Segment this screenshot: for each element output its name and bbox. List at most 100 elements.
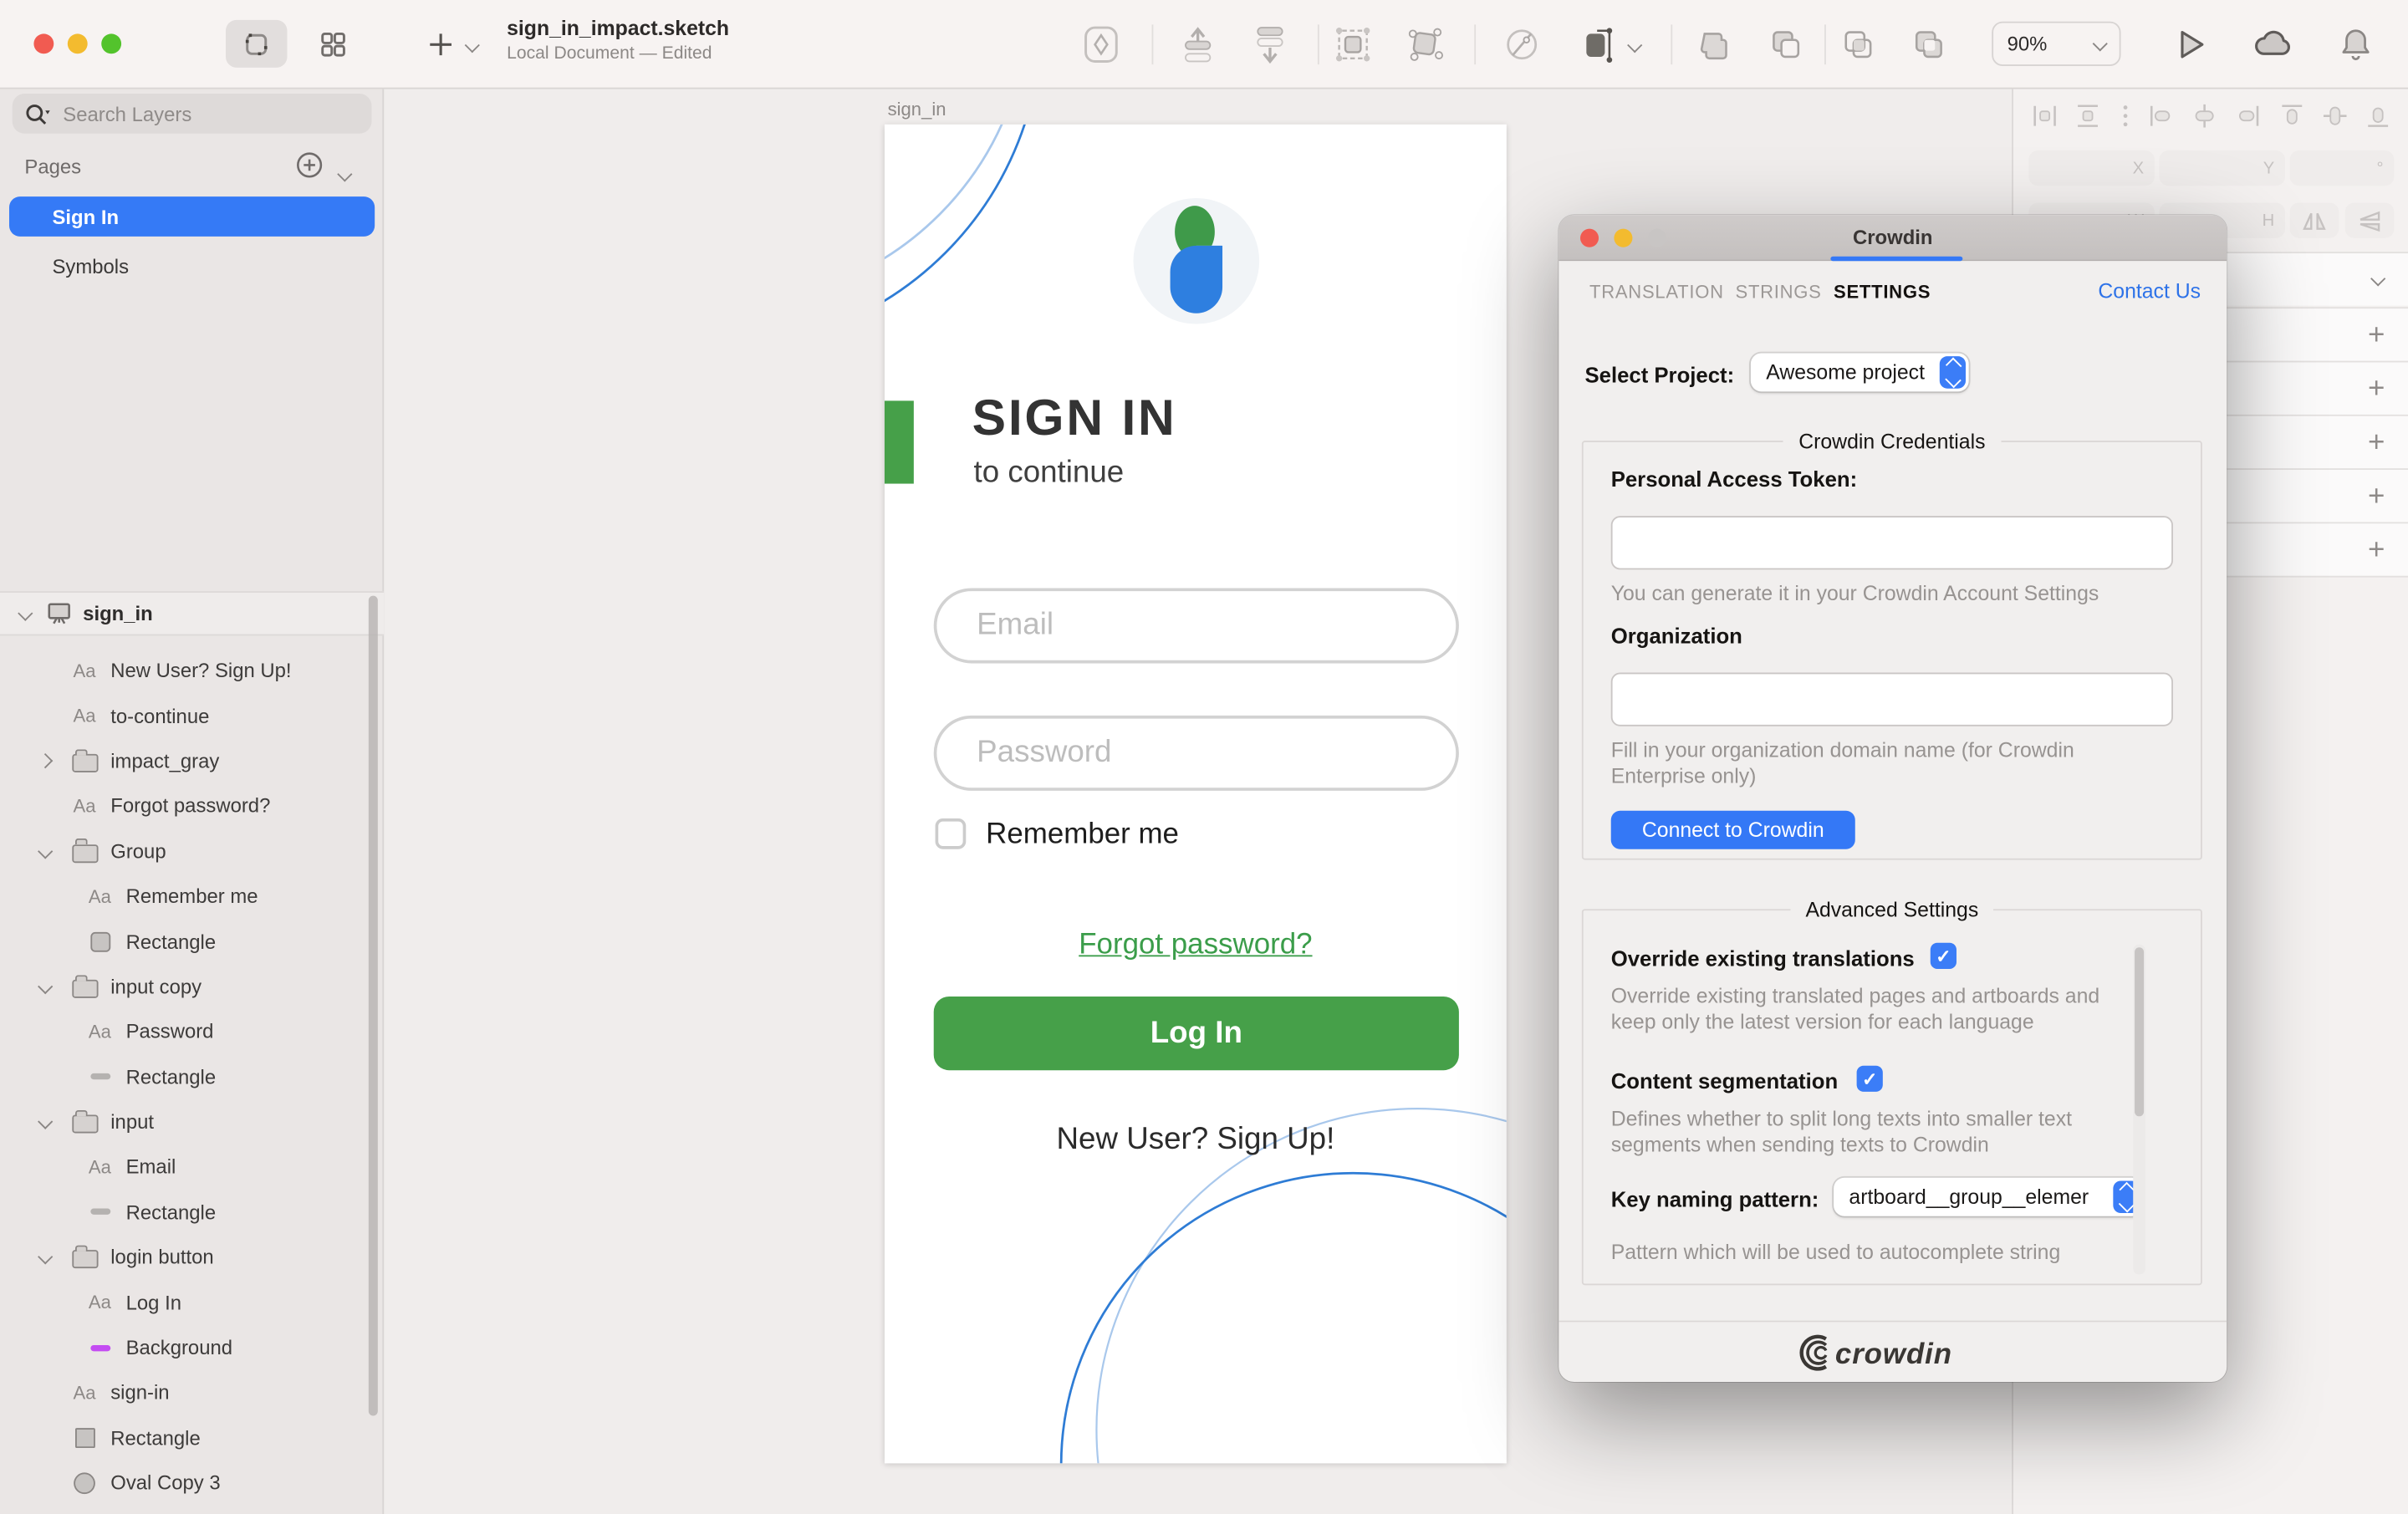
resize-button[interactable] [1574,22,1620,68]
layer-row[interactable]: Rectangle [0,1054,384,1099]
layer-row[interactable]: input copy [0,964,384,1009]
canvas-view-toggle[interactable] [226,20,287,68]
flip-horizontal-button[interactable] [2290,202,2339,237]
zoom-window-button[interactable] [101,33,121,54]
layer-row[interactable]: AaLog In [0,1280,384,1325]
layer-row[interactable]: Aasign-in [0,1370,384,1415]
layer-search-field[interactable] [13,94,372,134]
zoom-window-button[interactable] [1648,229,1666,247]
tab-strings[interactable]: STRINGS [1736,281,1822,303]
page-item-sign-in[interactable]: Sign In [9,196,375,237]
align-right-icon[interactable] [2235,103,2261,129]
align-middle-vertically-icon[interactable] [2322,103,2348,129]
artboard-sign-in[interactable]: SIGN IN to continue Email Password Remem… [885,125,1507,1464]
layer-row[interactable]: AaNew User? Sign Up! [0,648,384,693]
organization-input[interactable] [1611,672,2173,726]
layer-row[interactable]: Oval Copy 3 [0,1460,384,1506]
select-stepper-icon [1940,356,1966,389]
chevron-down-icon [2370,271,2385,286]
chevron-down-icon[interactable] [38,844,53,859]
project-select[interactable]: Awesome project [1751,353,1969,391]
sidebar-scrollbar[interactable] [369,596,378,1416]
advanced-scrollbar-thumb[interactable] [2135,947,2144,1116]
align-left-icon[interactable] [2148,103,2174,129]
cloud-share-button[interactable] [2250,22,2296,68]
content-segmentation-checkbox[interactable]: ✓ [1857,1066,1883,1092]
align-bottom-icon[interactable] [2365,103,2391,129]
text-layer-icon: Aa [89,1292,111,1313]
add-page-button[interactable] [295,150,324,187]
layer-row[interactable]: input [0,1099,384,1144]
layer-row[interactable]: Rectangle [0,919,384,964]
ungroup-button[interactable] [1402,22,1448,68]
boolean-difference-button[interactable] [1905,22,1951,68]
layer-row[interactable]: login button [0,1235,384,1280]
distribute-vertically-icon[interactable] [2075,103,2101,129]
contact-us-link[interactable]: Contact Us [2098,279,2201,303]
zoom-level-select[interactable]: 90% [1992,22,2120,66]
align-center-horizontally-icon[interactable] [2191,103,2217,129]
layer-row[interactable]: Rectangle [0,1415,384,1460]
rotation-field[interactable]: ° [2290,150,2395,186]
text-layer-icon: Aa [74,705,96,726]
tab-translation[interactable]: TRANSLATION [1589,281,1724,303]
layer-row[interactable]: AaPassword [0,1009,384,1054]
override-translations-label: Override existing translations [1611,946,1915,970]
override-translations-checkbox[interactable]: ✓ [1931,943,1956,969]
layer-row[interactable]: AaEmail [0,1144,384,1190]
notifications-button[interactable] [2333,22,2379,68]
y-position-field[interactable]: Y [2159,150,2285,186]
flip-vertical-button[interactable] [2345,202,2395,237]
layers-sidebar: Pages Sign In Symbols sign_in [0,88,384,1514]
layer-row[interactable]: Background [0,1325,384,1370]
connect-to-crowdin-button[interactable]: Connect to Crowdin [1611,811,1855,849]
crowdin-plugin-window: Crowdin TRANSLATION STRINGS SETTINGS Con… [1559,215,2227,1382]
rotate-icon [1502,24,1542,64]
grid-view-toggle[interactable] [306,20,361,68]
zoom-level-value: 90% [2008,33,2048,56]
search-input[interactable] [60,100,328,126]
layer-row[interactable]: AaRemember me [0,874,384,919]
token-input[interactable] [1611,516,2173,569]
minimize-window-button[interactable] [68,33,88,54]
insert-menu-chevron[interactable] [457,22,485,68]
move-forward-button[interactable] [1175,22,1221,68]
layer-row[interactable]: Group [0,828,384,874]
edit-shape-button[interactable] [1499,22,1545,68]
crowdin-tabs: TRANSLATION STRINGS SETTINGS Contact Us [1559,277,2227,314]
tab-settings[interactable]: SETTINGS [1834,281,1931,303]
logo-blue-drop [1171,246,1222,314]
layer-row[interactable]: Rectangle [0,1190,384,1235]
boolean-intersect-button[interactable] [1835,22,1881,68]
align-top-icon[interactable] [2278,103,2304,129]
close-window-button[interactable] [1580,229,1599,247]
boolean-union-button[interactable] [1692,22,1738,68]
create-symbol-button[interactable] [1078,22,1124,68]
pages-collapse-chevron[interactable] [339,160,350,187]
move-backward-button[interactable] [1247,22,1293,68]
layer-row[interactable]: AaForgot password? [0,783,384,828]
chevron-down-icon[interactable] [38,1114,53,1129]
chevron-down-icon[interactable] [38,1250,53,1265]
text-layer-icon: Aa [74,795,96,817]
folder-icon [71,754,97,772]
chevron-right-icon[interactable] [38,753,53,768]
minimize-window-button[interactable] [1614,229,1632,247]
distribute-horizontally-icon[interactable] [2032,103,2058,129]
chevron-down-icon [2093,36,2108,51]
close-window-button[interactable] [33,33,54,54]
layer-row[interactable]: impact_gray [0,738,384,783]
chevron-down-icon[interactable] [38,979,53,994]
boolean-subtract-button[interactable] [1763,22,1809,68]
x-position-field[interactable]: X [2028,150,2155,186]
override-translations-help: Override existing translated pages and a… [1611,984,2149,1035]
key-naming-pattern-select[interactable]: artboard__group__elemer [1834,1178,2142,1216]
resize-menu-chevron[interactable] [1622,22,1646,68]
artboard-layer-header[interactable]: sign_in [0,591,384,635]
layer-row[interactable]: Aato-continue [0,693,384,738]
preview-button[interactable] [2168,22,2214,68]
page-item-symbols[interactable]: Symbols [9,246,375,286]
artboard-title-label[interactable]: sign_in [888,99,946,120]
more-options-icon[interactable] [2119,103,2131,129]
group-button[interactable] [1330,22,1376,68]
